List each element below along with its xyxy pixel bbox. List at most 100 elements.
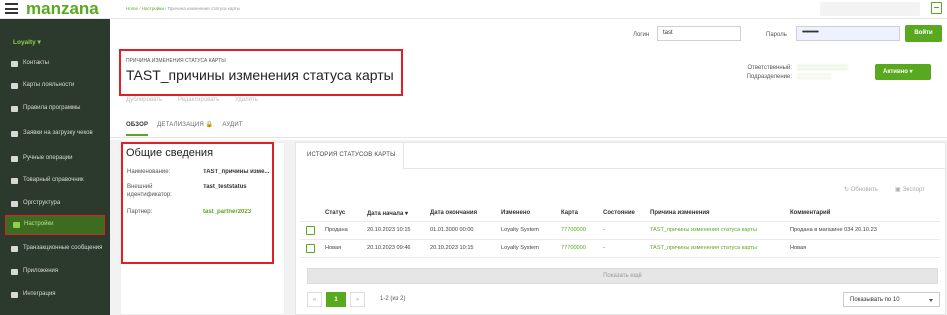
sidebar-item-products[interactable]: Товарный справочник [0,171,110,191]
reason-link[interactable]: TAST_причины изменения статуса карты [650,245,757,251]
general-title: Общие сведения [126,147,214,159]
general-highlight-box [121,142,274,264]
sidebar-item-settings[interactable]: Настройки [5,215,105,235]
sidebar-item-rules[interactable]: Правила программы [0,99,110,119]
sidebar-item-receipts[interactable]: Заявки на загрузку чеков [0,122,110,146]
column-header-comment[interactable]: Комментарий [790,210,830,216]
login-label: Логин [633,32,650,38]
status-button[interactable]: Активно ▾ [875,64,931,80]
column-header-start-date[interactable]: Дата начала ▾ [367,210,408,217]
plug-icon [11,292,18,298]
table-cell: - [603,227,605,233]
sidebar-item-integration[interactable]: Интеграция [0,285,110,305]
table-header-divider [300,221,940,222]
table-cell: 01.01.3000 00:00 [430,227,474,233]
table-cell: Продана в магазине 034 20.10.23 [790,227,877,233]
tab-divider [110,137,947,138]
field-value-name: TAST_причины изме... [203,169,270,175]
table-cell: 20.10.2023 10:15 [367,227,411,233]
sidebar-item-orgstructure[interactable]: Оргструктура [0,194,110,214]
table-cell: Новая [790,245,807,251]
apps-icon [11,269,18,275]
column-header-state[interactable]: Состояние [603,210,635,216]
logo[interactable]: manzana [26,0,99,19]
history-tab-divider [404,168,945,169]
exit-icon[interactable] [931,2,942,14]
field-label-partner: Партнер: [127,209,153,215]
hand-icon [11,156,18,162]
wrench-icon [13,222,20,228]
login-input[interactable]: tast [657,26,741,41]
column-header-card[interactable]: Карта [561,210,578,216]
column-header-changed-by[interactable]: Изменено [501,210,530,216]
duplicate-button[interactable]: Дублировать [126,97,162,103]
row-checkbox[interactable] [306,226,315,235]
sidebar-item-manual-ops[interactable]: Ручные операции [0,149,110,169]
column-header-status[interactable]: Статус [325,210,345,216]
export-button[interactable]: ▣ Экспорт [895,186,925,193]
card-link[interactable]: 77700000 [561,245,586,251]
department-value: ░░░░░░░░ [797,74,832,80]
table-cell: Продана [325,227,348,233]
per-page-select[interactable]: Показывать по 10 [843,292,940,307]
table-cell: 20.10.2023 10:15 [430,245,474,251]
field-label-external-id: Внешний идентификатор: [127,184,172,198]
page-title: TAST_причины изменения статуса карты [126,67,394,83]
sidebar-item-transactional-messages[interactable]: Транзакционные сообщения [0,237,110,261]
field-value-partner[interactable]: tast_partner2023 [203,209,283,215]
table-cell: Новая [325,245,342,251]
pager-next-button[interactable]: » [350,292,365,307]
pager-prev-button[interactable]: « [307,292,322,307]
receipt-icon [11,131,18,137]
reason-link[interactable]: TAST_причины изменения статуса карты [650,227,757,233]
tab-audit[interactable]: АУДИТ [222,122,242,128]
sidebar: Loyalty ▾ Контакты Карты лояльности Прав… [0,19,110,315]
sidebar-item-apps[interactable]: Приложения [0,262,110,282]
pager-info: 1-2 (из 2) [380,296,406,302]
responsible-label: Ответственный: [747,65,792,71]
password-label: Пароль [766,32,787,38]
edit-button[interactable]: Редактировать [178,97,219,103]
column-header-reason[interactable]: Причина изменения [650,210,710,216]
row-checkbox[interactable] [306,244,315,253]
table-cell: - [603,245,605,251]
message-icon [11,246,18,252]
column-header-end-date[interactable]: Дата окончания [430,210,477,216]
sidebar-item-contacts[interactable]: Контакты [0,54,110,74]
sidebar-section-loyalty[interactable]: Loyalty ▾ [0,32,110,54]
tab-overview[interactable]: ОБЗОР [126,122,149,136]
page-subtitle: ПРИЧИНА ИЗМЕНЕНИЯ СТАТУСА КАРТЫ [126,58,226,64]
table-cell: 20.10.2023 09:46 [367,245,411,251]
org-icon [11,201,18,207]
card-icon [11,83,18,89]
tab-bar: ОБЗОР ДЕТАЛИЗАЦИЯ 🔒 АУДИТ [126,121,250,136]
tab-details[interactable]: ДЕТАЛИЗАЦИЯ 🔒 [157,122,213,128]
card-link[interactable]: 77700000 [561,227,586,233]
user-info-area [820,2,920,16]
delete-button[interactable]: Удалить [235,97,258,103]
contacts-icon [11,61,18,67]
breadcrumb-home[interactable]: Home [126,6,138,11]
responsible-value: ░░░░░░░░░░░░ [797,65,849,71]
field-value-external-id: Tast_teststatus [203,184,247,190]
pager-page-current[interactable]: 1 [326,292,346,307]
breadcrumb: Home / Настройки / Причина изменения ста… [126,6,241,11]
top-bar: manzana Home / Настройки / Причина измен… [0,0,947,19]
table-cell: Loyalty System [501,227,539,233]
show-more-button[interactable]: Показать ещё [307,268,938,284]
department-label: Подразделение: [746,74,792,80]
sidebar-item-cards[interactable]: Карты лояльности [0,76,110,96]
breadcrumb-settings[interactable]: Настройки [142,6,164,11]
table-cell: Loyalty System [501,245,539,251]
table-row-divider [300,239,940,240]
table-row-divider [300,257,940,258]
login-button[interactable]: Войти [905,25,942,42]
refresh-button[interactable]: ↻ Обновить [844,186,878,193]
field-label-name: Наименование: [127,169,171,175]
grid-icon [11,178,18,184]
tab-status-history[interactable]: ИСТОРИЯ СТАТУСОВ КАРТЫ [296,143,404,169]
password-input[interactable]: ••••••••••• [796,26,900,41]
action-bar: Дублировать Редактировать Удалить [126,97,272,103]
rules-icon [11,106,18,112]
menu-icon[interactable] [5,3,18,14]
